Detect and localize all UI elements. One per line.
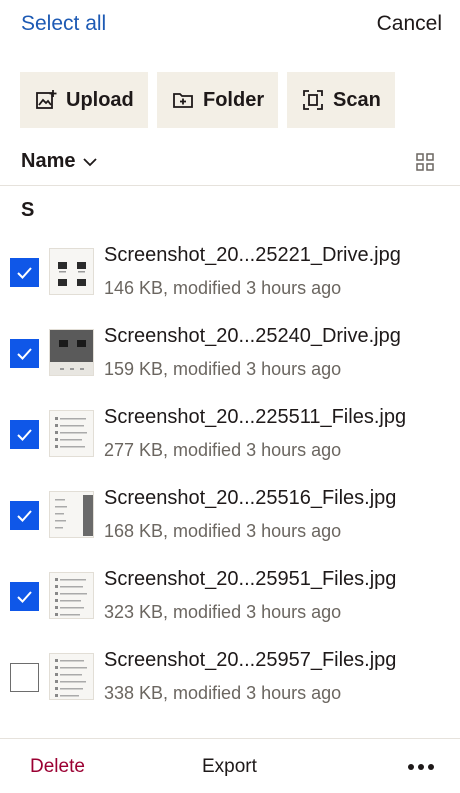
checkbox-checked[interactable]	[10, 582, 39, 611]
checkbox-unchecked[interactable]	[10, 663, 39, 692]
section-header: S	[21, 199, 35, 221]
file-thumbnail	[49, 653, 94, 700]
file-row[interactable]: Screenshot_20...25516_Files.jpg 168 KB, …	[0, 475, 460, 556]
file-thumbnail	[49, 572, 94, 619]
divider	[0, 738, 460, 739]
folder-button[interactable]: Folder	[157, 72, 278, 128]
file-row[interactable]: Screenshot_20...25951_Files.jpg 323 KB, …	[0, 556, 460, 637]
upload-icon	[35, 89, 57, 111]
grid-view-icon[interactable]	[416, 153, 434, 171]
export-button[interactable]: Export	[202, 756, 257, 778]
file-name: Screenshot_20...225511_Files.jpg	[104, 406, 407, 428]
file-meta: 168 KB, modified 3 hours ago	[104, 521, 342, 541]
sort-label: Name	[21, 150, 76, 172]
upload-button[interactable]: Upload	[20, 72, 148, 128]
file-row[interactable]: Screenshot_20...25240_Drive.jpg 159 KB, …	[0, 313, 460, 394]
cancel-button[interactable]: Cancel	[377, 12, 442, 36]
sort-bar: Name	[0, 140, 460, 184]
file-row[interactable]: Screenshot_20...25957_Files.jpg 338 KB, …	[0, 637, 460, 718]
bottom-action-bar: Delete Export	[0, 738, 460, 793]
file-thumbnail	[49, 410, 94, 457]
checkbox-checked[interactable]	[10, 339, 39, 368]
upload-label: Upload	[66, 88, 134, 111]
file-meta: 146 KB, modified 3 hours ago	[104, 278, 342, 298]
checkbox-checked[interactable]	[10, 420, 39, 449]
file-name: Screenshot_20...25240_Drive.jpg	[104, 325, 401, 347]
scan-icon	[302, 89, 324, 111]
file-meta: 159 KB, modified 3 hours ago	[104, 359, 342, 379]
file-thumbnail	[49, 248, 94, 295]
file-name: Screenshot_20...25957_Files.jpg	[104, 649, 397, 671]
file-thumbnail	[49, 329, 94, 376]
checkbox-checked[interactable]	[10, 501, 39, 530]
scan-label: Scan	[333, 88, 381, 111]
file-list: Screenshot_20...25221_Drive.jpg 146 KB, …	[0, 232, 460, 718]
file-row[interactable]: Screenshot_20...225511_Files.jpg 277 KB,…	[0, 394, 460, 475]
new-folder-icon	[172, 89, 194, 111]
file-name: Screenshot_20...25221_Drive.jpg	[104, 244, 401, 266]
scan-button[interactable]: Scan	[287, 72, 395, 128]
file-meta: 323 KB, modified 3 hours ago	[104, 602, 342, 622]
file-meta: 338 KB, modified 3 hours ago	[104, 683, 342, 703]
action-buttons: Upload Folder Scan	[20, 72, 395, 128]
more-options-icon[interactable]	[406, 760, 436, 772]
delete-button[interactable]: Delete	[30, 756, 85, 778]
file-meta: 277 KB, modified 3 hours ago	[104, 440, 342, 460]
file-row[interactable]: Screenshot_20...25221_Drive.jpg 146 KB, …	[0, 232, 460, 313]
checkbox-checked[interactable]	[10, 258, 39, 287]
select-all-button[interactable]: Select all	[21, 12, 106, 36]
folder-label: Folder	[203, 88, 265, 111]
file-name: Screenshot_20...25951_Files.jpg	[104, 568, 397, 590]
file-name: Screenshot_20...25516_Files.jpg	[104, 487, 397, 509]
sort-by-name-button[interactable]: Name	[21, 150, 99, 173]
divider	[0, 185, 460, 186]
chevron-down-icon	[81, 153, 99, 171]
file-thumbnail	[49, 491, 94, 538]
top-bar: Select all Cancel	[0, 0, 460, 50]
